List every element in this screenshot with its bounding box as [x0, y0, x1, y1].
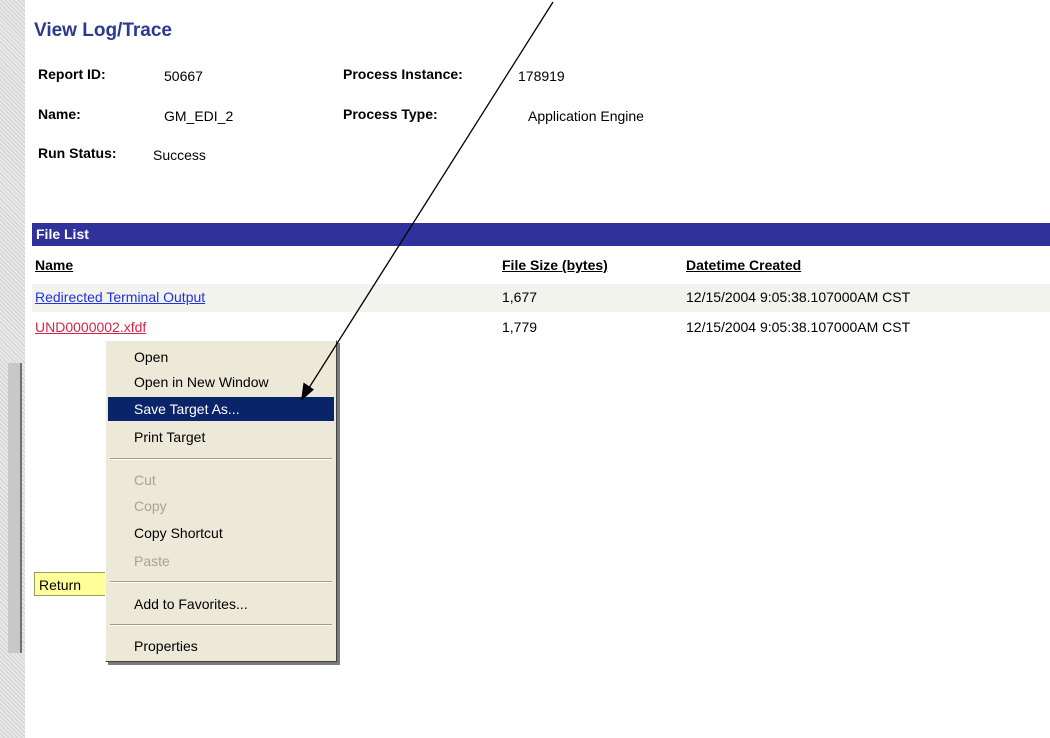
annotation-arrow	[301, 1, 554, 401]
annotation-arrow-line	[306, 1, 554, 392]
annotation-arrowhead	[301, 382, 314, 401]
